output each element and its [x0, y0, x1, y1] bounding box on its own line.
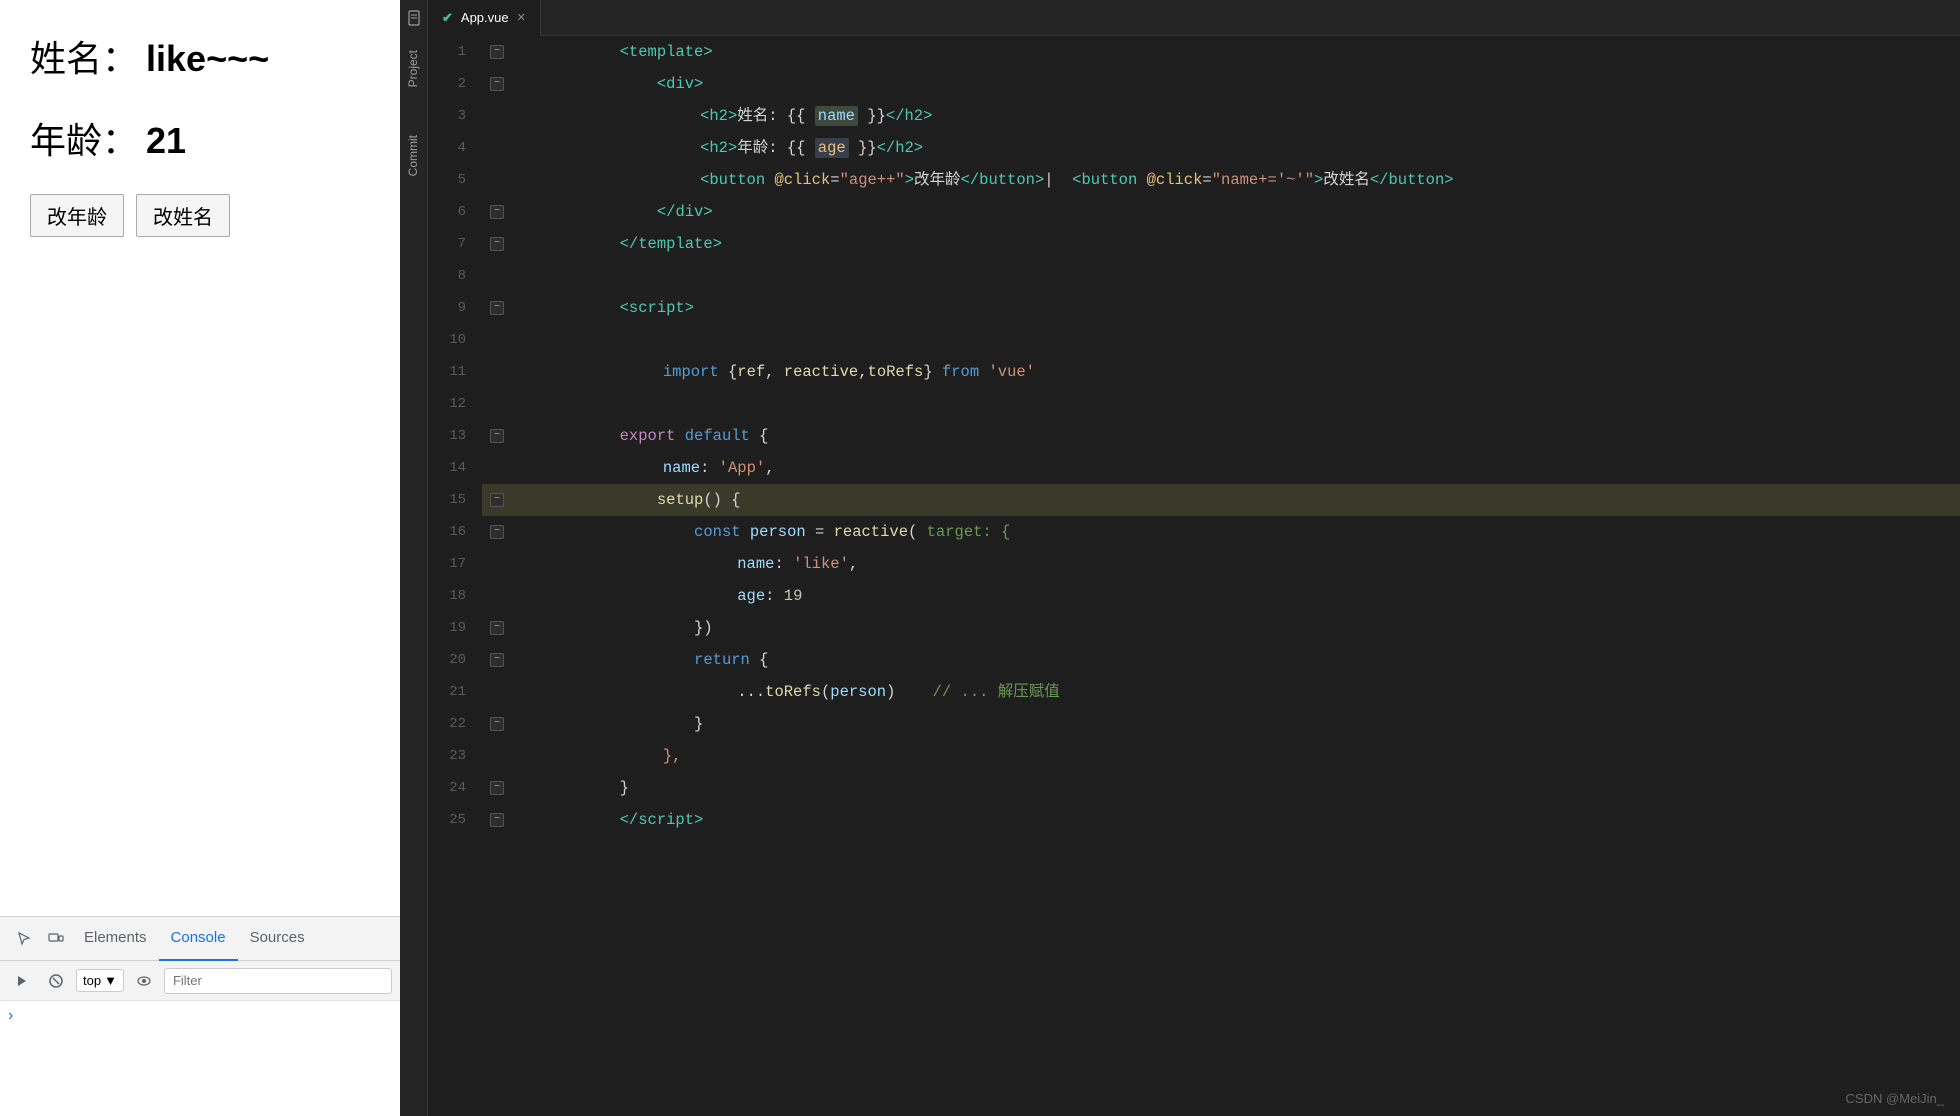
age-label: 年龄：: [30, 120, 138, 161]
fold-9[interactable]: −: [490, 301, 504, 315]
tab-console[interactable]: Console: [159, 917, 238, 961]
fold-25[interactable]: −: [490, 813, 504, 827]
fold-1[interactable]: −: [490, 45, 504, 59]
code-line-25: − </script>: [482, 804, 1960, 836]
preview-age-text: 年龄：21: [30, 112, 370, 164]
eye-icon[interactable]: [130, 967, 158, 995]
console-prompt: ›: [8, 1007, 13, 1025]
fold-22[interactable]: −: [490, 717, 504, 731]
code-line-21: ...toRefs(person) // ... 解压赋值: [482, 676, 1960, 708]
vue-icon: ✔: [442, 10, 453, 26]
filter-input[interactable]: [164, 968, 392, 994]
devtools-tab-bar: Elements Console Sources: [0, 917, 400, 961]
elements-tab-label: Elements: [84, 929, 147, 946]
code-line-22: − }: [482, 708, 1960, 740]
code-lines: − <template> − <div>: [482, 36, 1960, 1116]
code-line-8: [482, 260, 1960, 292]
code-line-1: − <template>: [482, 36, 1960, 68]
top-label: top: [83, 973, 101, 988]
code-editor-area: ✔ App.vue ✕ 12345 678910 1112131415 1617…: [428, 0, 1960, 1116]
code-container[interactable]: 12345 678910 1112131415 1617181920 21222…: [428, 36, 1960, 1116]
fold-7[interactable]: −: [490, 237, 504, 251]
sidebar-tab-commit[interactable]: Commit: [402, 121, 426, 190]
name-label: 姓名：: [30, 38, 138, 79]
fold-24[interactable]: −: [490, 781, 504, 795]
device-toolbar-icon[interactable]: [40, 923, 72, 955]
age-value: 21: [146, 120, 186, 161]
fold-2[interactable]: −: [490, 77, 504, 91]
browser-preview-panel: 姓名：like~~~ 年龄：21 改年龄 改姓名: [0, 0, 400, 1116]
run-script-icon[interactable]: [8, 967, 36, 995]
devtools-filter-row: top ▼: [0, 961, 400, 1001]
sources-tab-label: Sources: [250, 929, 305, 946]
fold-13[interactable]: −: [490, 429, 504, 443]
select-element-icon[interactable]: [8, 923, 40, 955]
context-dropdown[interactable]: top ▼: [76, 969, 124, 992]
change-age-button[interactable]: 改年龄: [30, 194, 124, 237]
tab-elements[interactable]: Elements: [72, 917, 159, 961]
watermark: CSDN @MeiJin_: [1846, 1091, 1944, 1106]
name-value: like~~~: [146, 38, 269, 79]
project-tab-label: Project: [406, 50, 420, 87]
preview-name-text: 姓名：like~~~: [30, 30, 370, 82]
tab-filename: App.vue: [461, 10, 509, 25]
fold-6[interactable]: −: [490, 205, 504, 219]
button-row: 改年龄 改姓名: [30, 194, 370, 237]
sidebar-tab-project[interactable]: Project: [402, 36, 426, 101]
editor-tab-bar: ✔ App.vue ✕: [428, 0, 1960, 36]
line-numbers: 12345 678910 1112131415 1617181920 21222…: [428, 36, 482, 1116]
code-line-23: },: [482, 740, 1960, 772]
change-name-button[interactable]: 改姓名: [136, 194, 230, 237]
fold-19[interactable]: −: [490, 621, 504, 635]
editor-wrapper: 12345 678910 1112131415 1617181920 21222…: [428, 36, 1960, 1116]
code-line-11: import {ref, reactive,toRefs} from 'vue': [482, 356, 1960, 388]
code-line-9: − <script>: [482, 292, 1960, 324]
tab-sources[interactable]: Sources: [238, 917, 317, 961]
clear-console-icon[interactable]: [42, 967, 70, 995]
devtools-bar: Elements Console Sources to: [0, 916, 400, 1116]
fold-20[interactable]: −: [490, 653, 504, 667]
console-content: ›: [0, 1001, 400, 1116]
app-vue-tab[interactable]: ✔ App.vue ✕: [428, 0, 541, 36]
close-tab-icon[interactable]: ✕: [517, 11, 526, 24]
file-icon[interactable]: [400, 4, 428, 32]
commit-tab-label: Commit: [406, 135, 420, 176]
preview-area: 姓名：like~~~ 年龄：21 改年龄 改姓名: [0, 0, 400, 916]
code-line-7: − </template>: [482, 228, 1960, 260]
fold-15[interactable]: −: [490, 493, 504, 507]
fold-16[interactable]: −: [490, 525, 504, 539]
editor-sidebar: Project Commit: [400, 0, 428, 1116]
console-tab-label: Console: [171, 929, 226, 946]
code-line-24: − }: [482, 772, 1960, 804]
dropdown-arrow: ▼: [104, 973, 117, 988]
